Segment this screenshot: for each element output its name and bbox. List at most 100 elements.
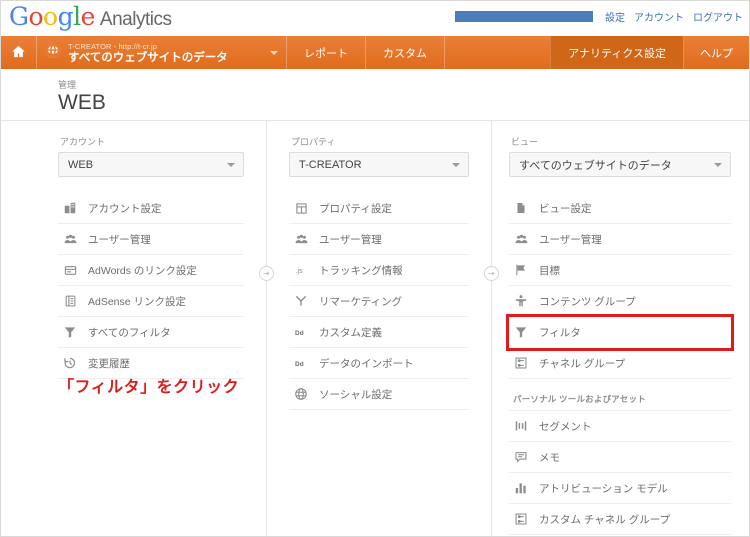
view-column-label: ビュー [511,137,539,147]
account-column-label: アカウント [60,137,106,147]
account-menu-item-account-settings[interactable]: アカウント設定 [58,193,244,224]
menu-item-label: チャネル グループ [539,357,626,370]
menu-item-label: カスタム チャネル グループ [539,513,671,526]
topbar: Google Analytics 設定 アカウント ログアウト [1,1,749,36]
settings-link[interactable]: 設定 [605,9,625,24]
account-property-connector-icon [259,266,274,281]
view-menu: ビュー設定 ユーザー管理 目標 コンテンツ グループ フィルタ チャネル グルー… [506,193,734,535]
menu-item-label: ビュー設定 [539,202,592,215]
flag-icon [513,262,529,278]
menu-item-label: トラッキング情報 [319,264,403,277]
google-analytics-admin-page: Google Analytics 設定 アカウント ログアウト T-CREATOR… [0,0,750,537]
account-menu-item-adwords-linking[interactable]: AdWords のリンク設定 [58,255,244,286]
social-icon [293,386,309,402]
view-menu-item-goals[interactable]: 目標 [509,255,731,286]
view-menu-item-annotations[interactable]: メモ [509,442,731,473]
view-menu-item-attribution-models[interactable]: アトリビューション モデル [509,473,731,504]
google-analytics-logo[interactable]: Google Analytics [9,2,172,31]
history-icon [62,355,78,371]
page-header: 管理 WEB [1,69,749,121]
property-selector[interactable]: T-CREATOR - http://t-cr.jp すべてのウェブサイトのデー… [37,36,287,69]
view-menu-item-segments[interactable]: セグメント [509,411,731,442]
property-subtitle: T-CREATOR - http://t-cr.jp [68,42,158,52]
account-menu-item-all-filters[interactable]: すべてのフィルタ [58,317,244,348]
property-menu-item-social-settings[interactable]: ソーシャル設定 [289,379,469,410]
users-icon [513,231,529,247]
adsense-icon [62,293,78,309]
account-link[interactable]: アカウント [634,9,684,24]
menu-item-label: カスタム定義 [319,326,382,339]
main-navigation-bar: T-CREATOR - http://t-cr.jp すべてのウェブサイトのデー… [1,36,749,69]
chevron-down-icon [270,50,278,55]
view-menu-item-custom-channel-grouping[interactable]: カスタム チャネル グループ [509,504,731,535]
chevron-down-icon [714,162,722,167]
nav-analytics-settings[interactable]: アナリティクス設定 [550,36,684,69]
account-menu: アカウント設定 ユーザー管理 AdWords のリンク設定 AdSense リン… [58,193,244,379]
filter-icon [62,324,78,340]
account-menu-item-user-management[interactable]: ユーザー管理 [58,224,244,255]
channel-group-icon [513,511,529,527]
menu-item-label: ユーザー管理 [88,233,151,246]
account-select[interactable]: WEB [58,152,244,177]
page-title: WEB [58,91,106,114]
menu-item-label: 変更履歴 [88,357,130,370]
menu-item-label: ユーザー管理 [539,233,602,246]
nav-reports[interactable]: レポート [287,36,366,69]
menu-item-label: メモ [539,451,560,464]
menu-item-label: コンテンツ グループ [539,295,636,308]
property-icon [293,200,309,216]
filter-icon [513,324,529,340]
logout-link[interactable]: ログアウト [693,9,743,24]
svg-text:Dd: Dd [295,330,304,337]
building-icon [62,200,78,216]
account-select-value: WEB [68,158,94,171]
menu-item-label: フィルタ [539,326,581,339]
users-icon [293,231,309,247]
content-group-icon [513,293,529,309]
view-menu-item-content-grouping[interactable]: コンテンツ グループ [509,286,731,317]
view-select[interactable]: すべてのウェブサイトのデータ [509,152,731,177]
menu-item-label: プロパティ設定 [319,202,392,215]
home-button[interactable] [1,36,37,69]
menu-item-label: 目標 [539,264,560,277]
dd-icon: Dd [293,355,309,371]
chevron-down-icon [452,162,460,167]
note-icon [513,449,529,465]
account-menu-item-adsense-linking[interactable]: AdSense リンク設定 [58,286,244,317]
dd-icon: Dd [293,324,309,340]
svg-text:Dd: Dd [295,361,304,368]
nav-help[interactable]: ヘルプ [684,36,749,69]
property-menu-item-user-management[interactable]: ユーザー管理 [289,224,469,255]
channel-group-icon [513,355,529,371]
menu-item-label: すべてのフィルタ [88,326,171,339]
view-menu-item-user-management[interactable]: ユーザー管理 [509,224,731,255]
property-menu-item-tracking-info[interactable]: .js トラッキング情報 [289,255,469,286]
menu-item-label: AdWords のリンク設定 [88,264,197,277]
view-menu-item-view-settings[interactable]: ビュー設定 [509,193,731,224]
admin-columns: アカウント WEB アカウント設定 ユーザー管理 AdWords のリンク設定 … [1,121,749,536]
property-view-connector-icon [484,266,499,281]
view-menu-item-channel-grouping[interactable]: チャネル グループ [509,348,731,379]
js-icon: .js [293,262,309,278]
view-column: ビュー すべてのウェブサイトのデータ ビュー設定 ユーザー管理 目標 コンテンツ… [491,121,749,536]
home-icon [11,44,26,62]
property-menu-item-remarketing[interactable]: リマーケティング [289,286,469,317]
svg-text:.js: .js [296,268,304,275]
globe-icon [45,43,61,62]
account-links: 設定 アカウント ログアウト [455,9,743,24]
nav-custom[interactable]: カスタム [366,36,445,69]
property-select[interactable]: T-CREATOR [289,152,469,177]
property-menu-item-custom-definitions[interactable]: Dd カスタム定義 [289,317,469,348]
account-column: アカウント WEB アカウント設定 ユーザー管理 AdWords のリンク設定 … [1,121,266,536]
chevron-down-icon [227,162,235,167]
menu-item-label: リマーケティング [319,295,403,308]
remarketing-icon [293,293,309,309]
property-menu-item-data-import[interactable]: Dd データのインポート [289,348,469,379]
property-menu: プロパティ設定 ユーザー管理 .js トラッキング情報 リマーケティング Dd … [289,193,469,410]
property-title: すべてのウェブサイトのデータ [68,52,228,65]
view-menu-item-filters[interactable]: フィルタ [506,314,734,351]
bar-chart-icon [513,480,529,496]
property-menu-item-property-settings[interactable]: プロパティ設定 [289,193,469,224]
menu-item-label: AdSense リンク設定 [88,295,187,308]
